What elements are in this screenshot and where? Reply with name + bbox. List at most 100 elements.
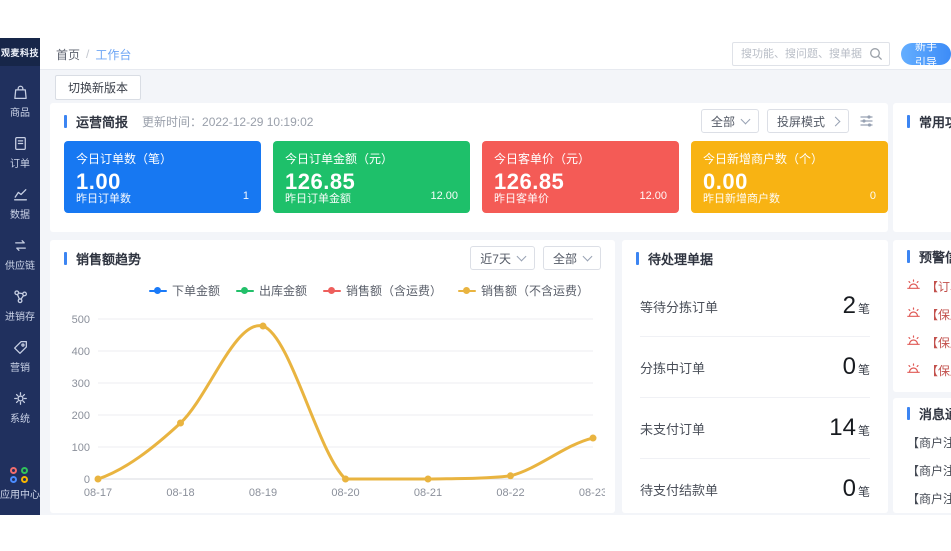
stat-prev-label: 昨日订单数 [76, 190, 131, 206]
pending-label: 待支付结款单 [640, 480, 718, 499]
pending-docs-panel: 待处理单据 等待分拣订单 2笔 分拣中订单 0笔 未支付订单 14笔 待支付结款… [622, 240, 888, 513]
sidebar-item-orders[interactable]: 订单 [0, 127, 40, 178]
svg-text:08-21: 08-21 [414, 487, 442, 499]
logo: 观麦科技 [0, 38, 40, 66]
inventory-icon [12, 288, 29, 305]
stat-title: 今日新增商户数（个） [703, 150, 876, 167]
alert-text: 【订单】今日 [926, 278, 951, 295]
stat-prev-value: 12.00 [639, 190, 667, 206]
sidebar-item-system[interactable]: 系统 [0, 382, 40, 433]
legend-item[interactable]: 出库金额 [236, 282, 307, 299]
briefing-panel: 运营简报 更新时间：2022-12-29 10:19:02 全部 投屏模式 今日… [50, 103, 888, 232]
stat-card: 今日订单金额（元） 126.85 昨日订单金额 12.00 [273, 141, 470, 213]
chart-area: 010020030040050008-1708-1808-1908-2008-2… [50, 299, 615, 512]
filter-settings-icon[interactable] [859, 114, 874, 128]
pending-row[interactable]: 等待分拣订单 2笔 [640, 276, 870, 337]
breadcrumb-home[interactable]: 首页 [56, 46, 80, 63]
sidebar-item-supply-chain[interactable]: 供应链 [0, 229, 40, 280]
sidebar-item-label: 订单 [10, 155, 30, 170]
sidebar-item-label: 数据 [10, 206, 30, 221]
alert-item[interactable]: 【订单】今日 [893, 272, 951, 300]
orders-icon [12, 135, 29, 152]
legend-item[interactable]: 销售额（含运费） [323, 282, 442, 299]
stat-card: 今日客单价（元） 126.85 昨日客单价 12.00 [482, 141, 679, 213]
goods-icon [12, 84, 29, 101]
legend-marker-icon [236, 287, 254, 294]
svg-text:08-20: 08-20 [331, 487, 359, 499]
pending-unit: 笔 [858, 300, 870, 317]
breadcrumb: 首页 / 工作台 [56, 38, 131, 70]
alert-item[interactable]: 【保质期】商 [893, 300, 951, 328]
trend-range-select[interactable]: 近7天 [470, 246, 535, 270]
pending-unit: 笔 [858, 483, 870, 500]
chart-legend: 下单金额 出库金额 销售额（含运费） 销售额（不含运费） [50, 276, 615, 299]
global-search [732, 42, 890, 66]
alarm-icon [907, 363, 920, 378]
sidebar-item-inventory[interactable]: 进销存 [0, 280, 40, 331]
alerts-panel: 预警信息 【订单】今日 【保质期】商 【保质期】商 【保质期】商 [893, 240, 951, 392]
sidebar: 观麦科技 商品 订单 数据 供应链 进销存 [0, 38, 40, 515]
legend-marker-icon [149, 287, 167, 294]
stat-cards: 今日订单数（笔） 1.00 昨日订单数 1 今日订单金额（元） 126.85 昨… [50, 139, 888, 213]
alert-item[interactable]: 【保质期】商 [893, 328, 951, 356]
search-input[interactable] [733, 48, 869, 60]
alerts-title: 预警信息 [907, 247, 951, 266]
app-center-icon [10, 467, 30, 483]
svg-text:400: 400 [72, 346, 90, 358]
legend-item[interactable]: 下单金额 [149, 282, 220, 299]
pending-count: 0 [843, 475, 856, 503]
chevron-down-icon [741, 115, 751, 125]
svg-text:08-17: 08-17 [84, 487, 112, 499]
chevron-right-icon [831, 116, 841, 126]
alarm-icon [907, 279, 920, 294]
breadcrumb-separator: / [86, 47, 89, 61]
pending-row[interactable]: 未支付订单 14笔 [640, 398, 870, 459]
svg-text:08-19: 08-19 [249, 487, 277, 499]
sidebar-item-marketing[interactable]: 营销 [0, 331, 40, 382]
notice-text: 【商户注册】 [907, 462, 951, 479]
app-window: 观麦科技 商品 订单 数据 供应链 进销存 [0, 38, 951, 515]
notices-panel: 消息通知 【商户注册】 【商户注册】 【商户注册】 【商户注册】 [893, 398, 951, 513]
marketing-icon [12, 339, 29, 356]
stat-prev-label: 昨日订单金额 [285, 190, 351, 206]
svg-text:08-22: 08-22 [496, 487, 524, 499]
sidebar-item-app-center[interactable]: 应用中心 [0, 467, 40, 501]
svg-text:500: 500 [72, 314, 90, 326]
sidebar-item-label: 营销 [10, 359, 30, 374]
alarm-icon [907, 335, 920, 350]
alarm-icon [907, 307, 920, 322]
legend-label: 销售额（含运费） [346, 282, 442, 299]
notice-item[interactable]: 【商户注册】 [893, 428, 951, 456]
pending-row[interactable]: 分拣中订单 0笔 [640, 337, 870, 398]
pending-row[interactable]: 待支付结款单 0笔 [640, 459, 870, 513]
switch-version-button[interactable]: 切换新版本 [55, 75, 141, 100]
topbar: 首页 / 工作台 新手引导 [40, 38, 951, 70]
trend-scope-select[interactable]: 全部 [543, 246, 601, 270]
stat-card: 今日订单数（笔） 1.00 昨日订单数 1 [64, 141, 261, 213]
svg-text:08-23: 08-23 [579, 487, 605, 499]
sidebar-item-label: 进销存 [5, 308, 35, 323]
pending-label: 未支付订单 [640, 419, 705, 438]
legend-marker-icon [323, 287, 341, 294]
alert-list: 【订单】今日 【保质期】商 【保质期】商 【保质期】商 [893, 272, 951, 384]
sales-trend-title: 销售额趋势 [64, 249, 141, 268]
sidebar-item-goods[interactable]: 商品 [0, 76, 40, 127]
svg-text:08-18: 08-18 [166, 487, 194, 499]
search-icon[interactable] [869, 47, 883, 61]
notice-item[interactable]: 【商户注册】 [893, 456, 951, 484]
legend-item[interactable]: 销售额（不含运费） [458, 282, 589, 299]
breadcrumb-current: 工作台 [95, 46, 131, 63]
pending-docs-title: 待处理单据 [636, 249, 713, 268]
screen-mode-button[interactable]: 投屏模式 [767, 109, 849, 133]
notice-item[interactable]: 【商户注册】 [893, 484, 951, 512]
alert-item[interactable]: 【保质期】商 [893, 356, 951, 384]
pending-label: 等待分拣订单 [640, 297, 718, 316]
newbie-guide-button[interactable]: 新手引导 [901, 43, 951, 65]
sidebar-item-data[interactable]: 数据 [0, 178, 40, 229]
alert-text: 【保质期】商 [926, 334, 951, 351]
notice-item[interactable]: 【商户注册】 [893, 512, 951, 513]
briefing-scope-select[interactable]: 全部 [701, 109, 759, 133]
notices-title: 消息通知 [907, 404, 951, 423]
stat-prev-value: 1 [243, 190, 249, 206]
stat-title: 今日客单价（元） [494, 150, 667, 167]
